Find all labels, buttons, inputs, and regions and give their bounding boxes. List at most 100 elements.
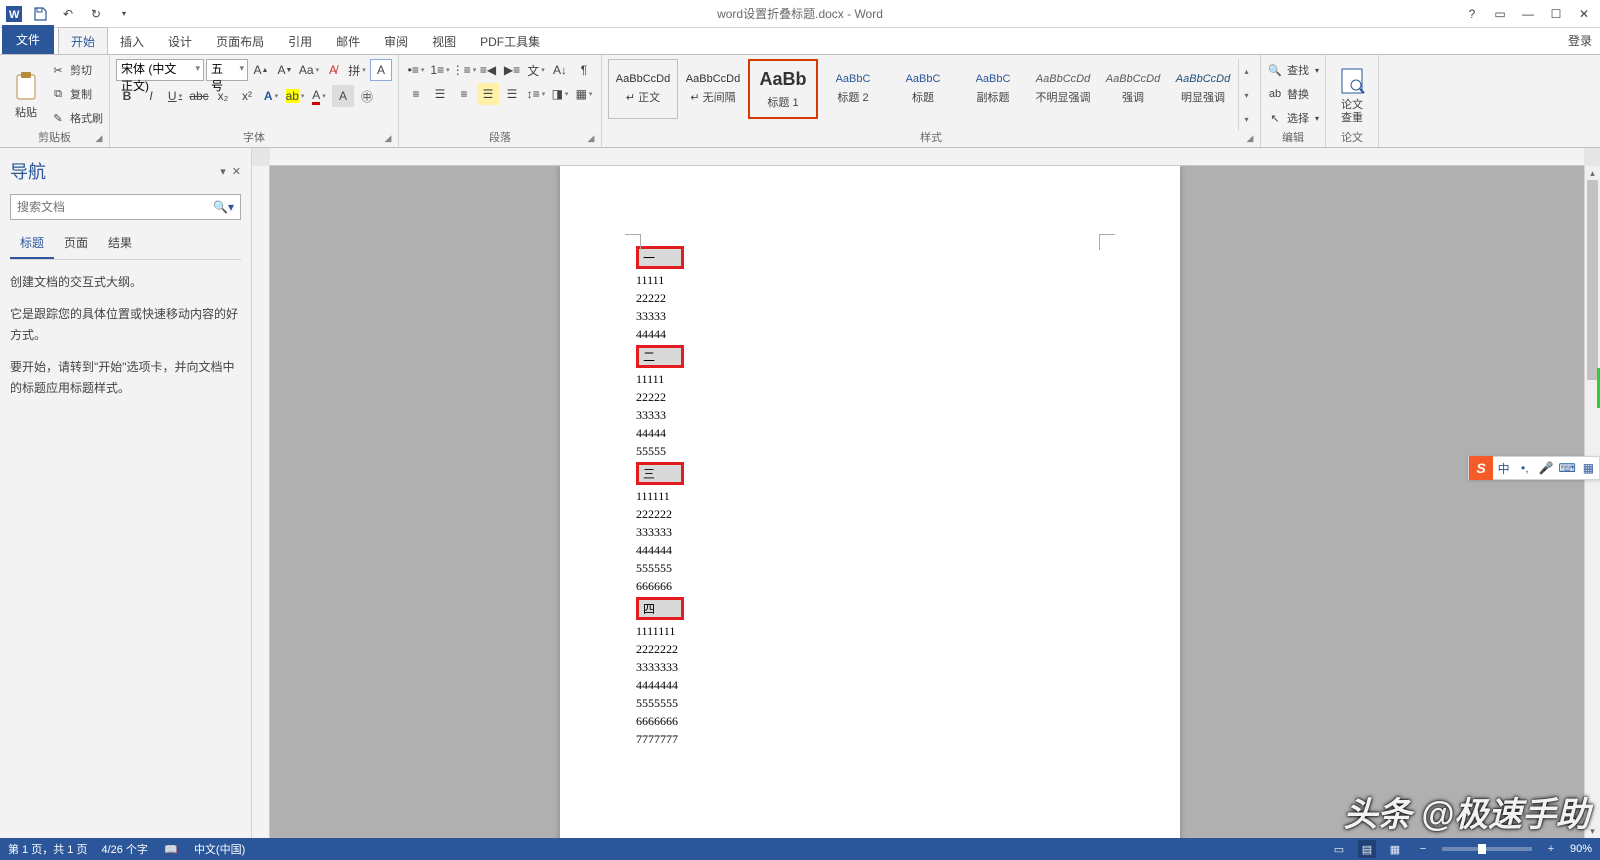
scroll-up-icon[interactable]: ▴: [1585, 166, 1600, 180]
thesis-check-button[interactable]: 论文 查重: [1332, 59, 1372, 131]
doc-line[interactable]: 6666666: [636, 712, 1104, 730]
print-layout-icon[interactable]: ▤: [1358, 840, 1376, 858]
underline-button[interactable]: U: [164, 85, 186, 107]
strikethrough-button[interactable]: abc: [188, 85, 210, 107]
show-marks-button[interactable]: ¶: [573, 59, 595, 81]
font-color-button[interactable]: A: [308, 85, 330, 107]
doc-line[interactable]: 1111111: [636, 622, 1104, 640]
ime-toolbar[interactable]: S 中 •, 🎤 ⌨ ▦: [1468, 456, 1600, 480]
status-words[interactable]: 4/26 个字: [101, 841, 147, 857]
shrink-font-button[interactable]: A▼: [274, 59, 296, 81]
tab-design[interactable]: 设计: [156, 28, 204, 54]
borders-button[interactable]: ▦: [573, 83, 595, 105]
nav-dropdown-icon[interactable]: ▾: [220, 165, 226, 178]
doc-line[interactable]: 22222: [636, 289, 1104, 307]
ime-keyboard-icon[interactable]: ⌨: [1557, 461, 1578, 475]
doc-line[interactable]: 55555: [636, 442, 1104, 460]
styles-gallery-more[interactable]: ▴ ▾ ▾: [1238, 59, 1254, 131]
doc-line[interactable]: 444444: [636, 541, 1104, 559]
character-shading-button[interactable]: A: [332, 85, 354, 107]
redo-icon[interactable]: ↻: [84, 2, 108, 26]
style-item-7[interactable]: AaBbCcDd强调: [1098, 59, 1168, 119]
doc-line[interactable]: 555555: [636, 559, 1104, 577]
style-item-3[interactable]: AaBbC标题 2: [818, 59, 888, 119]
style-item-5[interactable]: AaBbC副标题: [958, 59, 1028, 119]
doc-line[interactable]: 666666: [636, 577, 1104, 595]
style-item-4[interactable]: AaBbC标题: [888, 59, 958, 119]
scroll-down-icon[interactable]: ▾: [1585, 824, 1600, 838]
search-icon[interactable]: 🔍▾: [213, 200, 234, 214]
nav-tab-pages[interactable]: 页面: [54, 230, 98, 259]
increase-indent-button[interactable]: ▶≡: [501, 59, 523, 81]
align-right-button[interactable]: ≡: [453, 83, 475, 105]
doc-heading[interactable]: 一: [636, 246, 684, 269]
undo-icon[interactable]: ↶: [56, 2, 80, 26]
minimize-icon[interactable]: —: [1516, 2, 1540, 26]
clear-formatting-button[interactable]: A̸: [322, 59, 344, 81]
align-left-button[interactable]: ≡: [405, 83, 427, 105]
doc-line[interactable]: 11111: [636, 370, 1104, 388]
scrollbar-thumb[interactable]: [1587, 180, 1598, 380]
sogou-logo-icon[interactable]: S: [1469, 456, 1493, 480]
doc-line[interactable]: 2222222: [636, 640, 1104, 658]
doc-line[interactable]: 333333: [636, 523, 1104, 541]
doc-line[interactable]: 7777777: [636, 730, 1104, 748]
doc-line[interactable]: 222222: [636, 505, 1104, 523]
horizontal-ruler[interactable]: [270, 148, 1584, 166]
numbering-button[interactable]: 1≡: [429, 59, 451, 81]
doc-line[interactable]: 5555555: [636, 694, 1104, 712]
nav-search-input[interactable]: [17, 200, 213, 214]
distributed-button[interactable]: ☰: [501, 83, 523, 105]
nav-tab-headings[interactable]: 标题: [10, 230, 54, 259]
page-viewport[interactable]: 一11111222223333344444二111112222233333444…: [270, 166, 1584, 838]
doc-line[interactable]: 44444: [636, 424, 1104, 442]
zoom-in-icon[interactable]: +: [1542, 840, 1560, 858]
clipboard-launcher-icon[interactable]: ◢: [93, 132, 105, 144]
doc-line[interactable]: 111111: [636, 487, 1104, 505]
format-painter-button[interactable]: ✎格式刷: [50, 107, 103, 129]
doc-heading[interactable]: 四: [636, 597, 684, 620]
copy-button[interactable]: ⧉复制: [50, 83, 103, 105]
doc-line[interactable]: 11111: [636, 271, 1104, 289]
styles-launcher-icon[interactable]: ◢: [1244, 132, 1256, 144]
save-icon[interactable]: [28, 2, 52, 26]
highlight-button[interactable]: ab: [284, 85, 306, 107]
zoom-level[interactable]: 90%: [1570, 843, 1592, 855]
gallery-scroll-down-icon[interactable]: ▾: [1239, 83, 1254, 107]
ribbon-display-icon[interactable]: ▭: [1488, 2, 1512, 26]
doc-line[interactable]: 44444: [636, 325, 1104, 343]
find-button[interactable]: 🔍查找▾: [1267, 59, 1319, 81]
ime-voice-icon[interactable]: 🎤: [1535, 461, 1556, 475]
multilevel-list-button[interactable]: ⋮≡: [453, 59, 475, 81]
vertical-ruler[interactable]: [252, 166, 270, 838]
doc-heading[interactable]: 三: [636, 462, 684, 485]
align-center-button[interactable]: ☰: [429, 83, 451, 105]
style-item-1[interactable]: AaBbCcDd↵ 无间隔: [678, 59, 748, 119]
nav-search-box[interactable]: 🔍▾: [10, 194, 241, 220]
tab-file[interactable]: 文件: [2, 25, 54, 54]
web-layout-icon[interactable]: ▦: [1386, 840, 1404, 858]
tab-review[interactable]: 审阅: [372, 28, 420, 54]
font-name-select[interactable]: 宋体 (中文正文): [116, 59, 204, 81]
doc-line[interactable]: 33333: [636, 307, 1104, 325]
close-icon[interactable]: ✕: [1572, 2, 1596, 26]
zoom-slider[interactable]: [1442, 847, 1532, 851]
ime-mode-button[interactable]: 中: [1493, 460, 1514, 477]
doc-line[interactable]: 33333: [636, 406, 1104, 424]
style-item-8[interactable]: AaBbCcDd明显强调: [1168, 59, 1238, 119]
doc-line[interactable]: 22222: [636, 388, 1104, 406]
tab-view[interactable]: 视图: [420, 28, 468, 54]
doc-line[interactable]: 3333333: [636, 658, 1104, 676]
nav-tab-results[interactable]: 结果: [98, 230, 142, 259]
qat-customize-icon[interactable]: ▾: [112, 2, 136, 26]
help-icon[interactable]: ?: [1460, 2, 1484, 26]
asian-layout-button[interactable]: 文: [525, 59, 547, 81]
change-case-button[interactable]: Aa: [298, 59, 320, 81]
text-effects-button[interactable]: A: [260, 85, 282, 107]
style-item-0[interactable]: AaBbCcDd↵ 正文: [608, 59, 678, 119]
style-item-2[interactable]: AaBb标题 1: [748, 59, 818, 119]
bullets-button[interactable]: •≡: [405, 59, 427, 81]
gallery-expand-icon[interactable]: ▾: [1239, 107, 1254, 131]
enclose-characters-button[interactable]: ㊥: [356, 85, 378, 107]
read-mode-icon[interactable]: ▭: [1330, 840, 1348, 858]
